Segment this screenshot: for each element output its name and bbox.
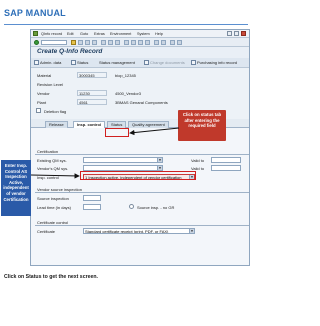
certificate-control-divider [35, 225, 249, 226]
insp-control-label: Insp. control [37, 175, 59, 180]
chevron-down-icon[interactable]: ▼ [157, 158, 162, 162]
document-title: SAP MANUAL [4, 8, 66, 18]
revision-level-label: Revision Level [37, 82, 64, 87]
first-page-icon[interactable] [124, 40, 129, 45]
layout-icon[interactable] [177, 40, 182, 45]
tab-release[interactable]: Release [45, 121, 68, 128]
admin-data-label: Admin. data [40, 60, 62, 65]
title-divider [4, 24, 248, 25]
standard-toolbar [31, 38, 249, 47]
enter-icon[interactable] [34, 40, 39, 45]
chevron-down-icon[interactable]: ▼ [189, 229, 194, 233]
certificate-select[interactable]: Standard certificate receipt (print, PDF… [83, 228, 195, 234]
menu-system[interactable]: System [137, 30, 150, 38]
save-icon[interactable] [71, 40, 76, 45]
certification-divider [35, 154, 249, 155]
purchasing-info-record-button[interactable]: Purchasing info record [191, 59, 237, 67]
material-text: biop_12345 [115, 73, 136, 78]
status-button-label: Status [77, 60, 89, 65]
instruction-text: Click on Status to get the next screen. [4, 274, 98, 280]
help-icon[interactable] [170, 40, 175, 45]
cancel-icon[interactable] [92, 40, 97, 45]
vendor-label: Vendor [37, 91, 50, 96]
purchasing-icon [191, 60, 196, 65]
insp-control-panel: Certification Existing QM sys. ▼ Valid t… [31, 128, 249, 265]
status-tab-callout: Click on status tab after entering the r… [178, 110, 226, 141]
deletion-flag-label: Deletion flag [44, 109, 67, 114]
existing-qm-valid-to-label: Valid to [191, 158, 205, 163]
vendors-qm-sys-label: Vendor's QM sys. [37, 166, 69, 171]
find-icon[interactable] [108, 40, 113, 45]
change-documents-button[interactable]: Change documents [144, 59, 185, 67]
status-management-label: Status management [99, 60, 135, 65]
shortcut-icon[interactable] [161, 40, 166, 45]
purchasing-info-record-label: Purchasing info record [197, 60, 238, 65]
vendor-text: 4500_Vendor3 [115, 91, 142, 96]
status-tab-highlight [105, 128, 129, 137]
application-toolbar: Admin. data Status Status management Cha… [31, 58, 249, 68]
status-management-button[interactable]: Status management [99, 59, 135, 67]
sap-menu-icon[interactable] [33, 31, 38, 36]
source-insp-no-gr-label: Source insp. - no GR [137, 205, 175, 210]
screen-title: Create Q-Info Record [37, 48, 103, 55]
minimize-icon[interactable] [227, 31, 232, 36]
deletion-flag-checkbox[interactable] [36, 108, 41, 113]
existing-qm-sys-label: Existing QM sys. [37, 158, 67, 163]
exit-icon[interactable] [85, 40, 90, 45]
next-page-icon[interactable] [138, 40, 143, 45]
menu-extras[interactable]: Extras [94, 30, 105, 38]
document-icon [34, 60, 39, 65]
plant-value: 4561 [77, 99, 107, 105]
change-documents-icon [144, 60, 149, 65]
vendors-qm-valid-to-input[interactable] [211, 165, 241, 171]
print-icon[interactable] [101, 40, 106, 45]
source-inspection-divider [35, 192, 249, 193]
menu-environment[interactable]: Environment [110, 30, 131, 38]
admin-data-button[interactable]: Admin. data [34, 59, 61, 67]
screen-title-bar: Create Q-Info Record [31, 47, 249, 58]
command-field[interactable] [41, 40, 67, 45]
menu-bar: QInfo record Edit Goto Extras Environmen… [31, 30, 249, 38]
status-icon [71, 60, 76, 65]
certificate-label: Certificate [37, 229, 56, 234]
menu-edit[interactable]: Edit [67, 30, 74, 38]
new-session-icon[interactable] [154, 40, 159, 45]
existing-qm-valid-to-input[interactable] [211, 157, 241, 163]
status-button[interactable]: Status [71, 59, 88, 67]
tab-insp-control[interactable]: Insp. control [73, 121, 105, 128]
vendor-value: 11230 [77, 90, 107, 96]
change-documents-label: Change documents [150, 60, 185, 65]
material-value: 3000345 [77, 72, 107, 78]
menu-qinfo-record[interactable]: QInfo record [41, 30, 62, 38]
sap-window: QInfo record Edit Goto Extras Environmen… [30, 29, 250, 266]
plant-label: Plant [37, 100, 47, 105]
source-inspection-label: Source inspection [37, 196, 69, 201]
insp-control-callout: Enter Insp. Control AS Inspection Active… [1, 160, 31, 216]
existing-qm-sys-input[interactable]: ▼ [83, 157, 163, 163]
back-icon[interactable] [78, 40, 83, 45]
menu-help[interactable]: Help [155, 30, 163, 38]
tab-status[interactable]: Status [107, 121, 127, 128]
maximize-icon[interactable] [234, 31, 239, 36]
certificate-value: Standard certificate receipt (print, PDF… [85, 229, 169, 234]
source-inspection-input[interactable] [83, 195, 101, 201]
close-icon[interactable] [241, 31, 246, 36]
lead-time-label: Lead time (in days) [37, 205, 72, 210]
previous-page-icon[interactable] [131, 40, 136, 45]
last-page-icon[interactable] [145, 40, 150, 45]
menu-goto[interactable]: Goto [80, 30, 88, 38]
find-next-icon[interactable] [115, 40, 120, 45]
tab-quality-agreement[interactable]: Quality agreement [128, 121, 169, 128]
plant-text: 3BMAS Genaral Components [115, 100, 168, 105]
source-insp-no-gr-checkbox[interactable] [129, 204, 134, 209]
material-label: Material [37, 73, 52, 78]
insp-control-highlight [80, 171, 196, 180]
lead-time-input[interactable] [83, 204, 101, 210]
